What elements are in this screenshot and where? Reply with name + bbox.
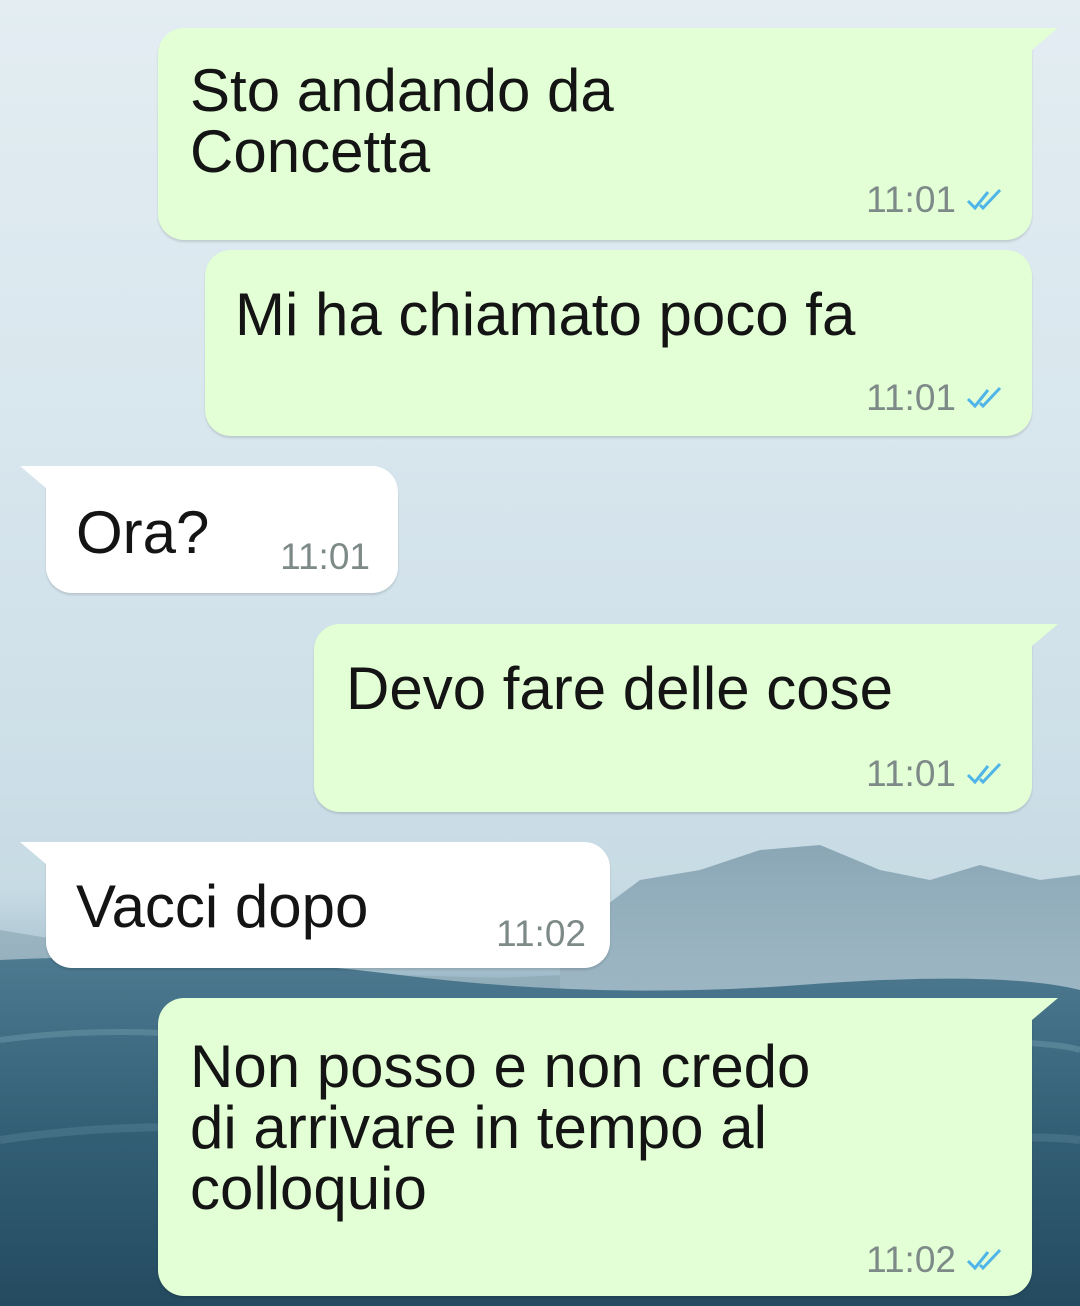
bubble-tail [1032, 624, 1058, 646]
message-meta: 11:02 [866, 1240, 1006, 1280]
message-text: Mi ha chiamato poco fa [235, 281, 856, 348]
message-bubble-outgoing[interactable]: Non posso e non credo di arrivare in tem… [158, 998, 1032, 1296]
message-time: 11:01 [280, 536, 370, 577]
message-meta: 11:01 [866, 754, 1006, 794]
double-check-icon [966, 188, 1002, 211]
message-meta: 11:01 [866, 180, 1006, 220]
message-text: Ora? [76, 499, 210, 566]
bubble-tail [1032, 998, 1058, 1020]
message-meta: 11:02 [496, 914, 586, 954]
double-check-icon [966, 386, 1002, 409]
bubble-tail [1032, 28, 1058, 50]
message-bubble-incoming[interactable]: Vacci dopo 11:02 [46, 842, 610, 968]
message-bubble-outgoing[interactable]: Sto andando da Concetta 11:01 [158, 28, 1032, 240]
bubble-tail [20, 842, 46, 864]
message-bubble-outgoing[interactable]: Mi ha chiamato poco fa 11:01 [205, 250, 1032, 436]
message-meta: 11:01 [280, 537, 370, 577]
message-text: Sto andando da Concetta [190, 57, 614, 185]
double-check-icon [966, 1248, 1002, 1271]
message-time: 11:02 [496, 913, 586, 954]
chat-message-list[interactable]: Sto andando da Concetta 11:01 Mi ha chia… [0, 0, 1080, 1306]
message-time: 11:01 [866, 179, 956, 220]
message-text: Devo fare delle cose [346, 655, 893, 722]
message-text: Vacci dopo [76, 873, 369, 940]
message-time: 11:02 [866, 1239, 956, 1280]
message-time: 11:01 [866, 753, 956, 794]
message-bubble-incoming[interactable]: Ora? 11:01 [46, 466, 398, 593]
bubble-tail [20, 466, 46, 488]
message-time: 11:01 [866, 377, 956, 418]
double-check-icon [966, 762, 1002, 785]
message-meta: 11:01 [866, 378, 1006, 418]
message-bubble-outgoing[interactable]: Devo fare delle cose 11:01 [314, 624, 1032, 812]
message-text: Non posso e non credo di arrivare in tem… [190, 1033, 811, 1222]
